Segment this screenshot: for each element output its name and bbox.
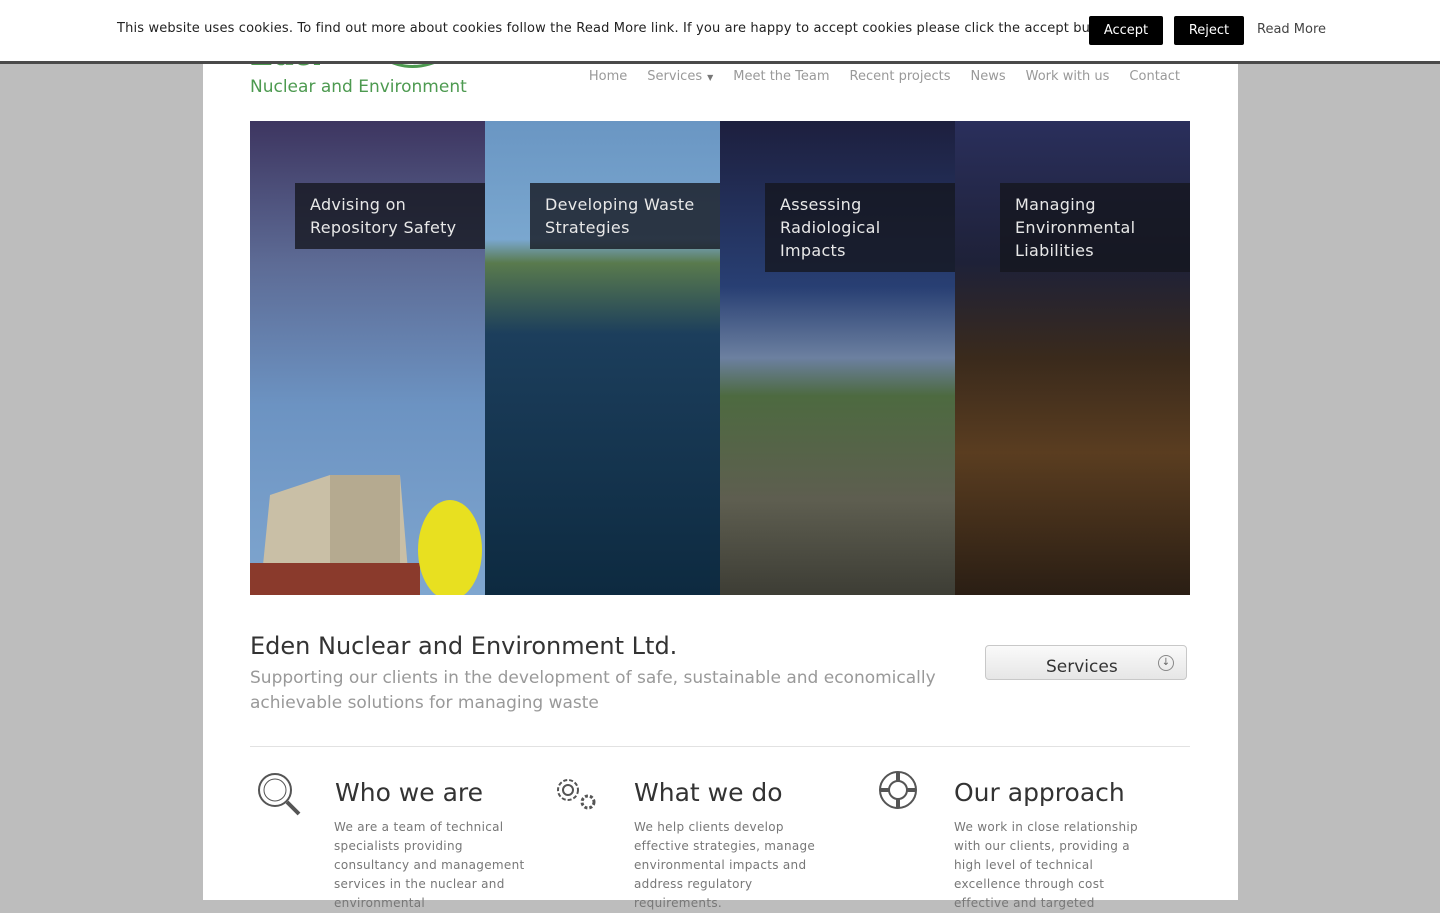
slide-panel-waste[interactable]: Developing Waste Strategies [485, 121, 720, 595]
slide-panel-repository[interactable]: Advising on Repository Safety [250, 121, 485, 595]
slide-panel-environmental[interactable]: Managing Environmental Liabilities [955, 121, 1190, 595]
reactor-building-image [250, 475, 482, 595]
accept-cookies-button[interactable]: Accept [1089, 16, 1163, 45]
slide-caption: Managing Environmental Liabilities [1000, 183, 1190, 272]
magnifier-icon [258, 773, 301, 816]
reject-cookies-button[interactable]: Reject [1174, 16, 1244, 45]
feature-title: What we do [634, 778, 783, 807]
cookie-banner: This website uses cookies. To find out m… [0, 0, 1440, 64]
nav-services[interactable]: Services ▼ [647, 69, 713, 84]
gears-icon [557, 779, 596, 810]
feature-title: Who we are [335, 778, 484, 807]
slide-caption: Assessing Radiological Impacts [765, 183, 955, 272]
read-more-link[interactable]: Read More [1257, 22, 1326, 37]
logo-tagline[interactable]: Nuclear and Environment [250, 77, 467, 97]
feature-text: We are a team of technical specialists p… [334, 820, 525, 910]
slide-caption: Developing Waste Strategies [530, 183, 720, 249]
arrow-down-circle-icon: ↓ [1158, 655, 1174, 671]
hero-slider: Advising on Repository Safety Developing… [250, 121, 1190, 595]
lifebuoy-icon [879, 771, 917, 809]
slide-caption: Advising on Repository Safety [295, 183, 485, 249]
nav-home[interactable]: Home [589, 69, 627, 84]
services-button-label: Services [1046, 657, 1118, 677]
company-title: Eden Nuclear and Environment Ltd. [250, 632, 678, 660]
page-container: Eden Nuclear and Environment Home Servic… [203, 0, 1238, 910]
services-button[interactable]: Services ↓ [985, 645, 1187, 680]
feature-text: We help clients develop effective strate… [634, 820, 816, 910]
nav-recent-projects[interactable]: Recent projects [850, 69, 951, 84]
nav-contact[interactable]: Contact [1129, 69, 1180, 84]
section-divider [250, 746, 1190, 747]
company-subtitle: Supporting our clients in the developmen… [250, 668, 936, 713]
nav-work-with-us[interactable]: Work with us [1026, 69, 1110, 84]
chevron-down-icon: ▼ [707, 73, 714, 82]
main-nav: Home Services ▼ Meet the Team Recent proj… [569, 69, 1180, 84]
nav-news[interactable]: News [971, 69, 1006, 84]
slide-panel-radiological[interactable]: Assessing Radiological Impacts [720, 121, 955, 595]
nav-services-label: Services [647, 69, 703, 84]
feature-title: Our approach [954, 778, 1125, 807]
nav-meet-the-team[interactable]: Meet the Team [733, 69, 829, 84]
feature-text: We work in close relationship with our c… [954, 820, 1138, 910]
cookie-message: This website uses cookies. To find out m… [117, 21, 1122, 36]
